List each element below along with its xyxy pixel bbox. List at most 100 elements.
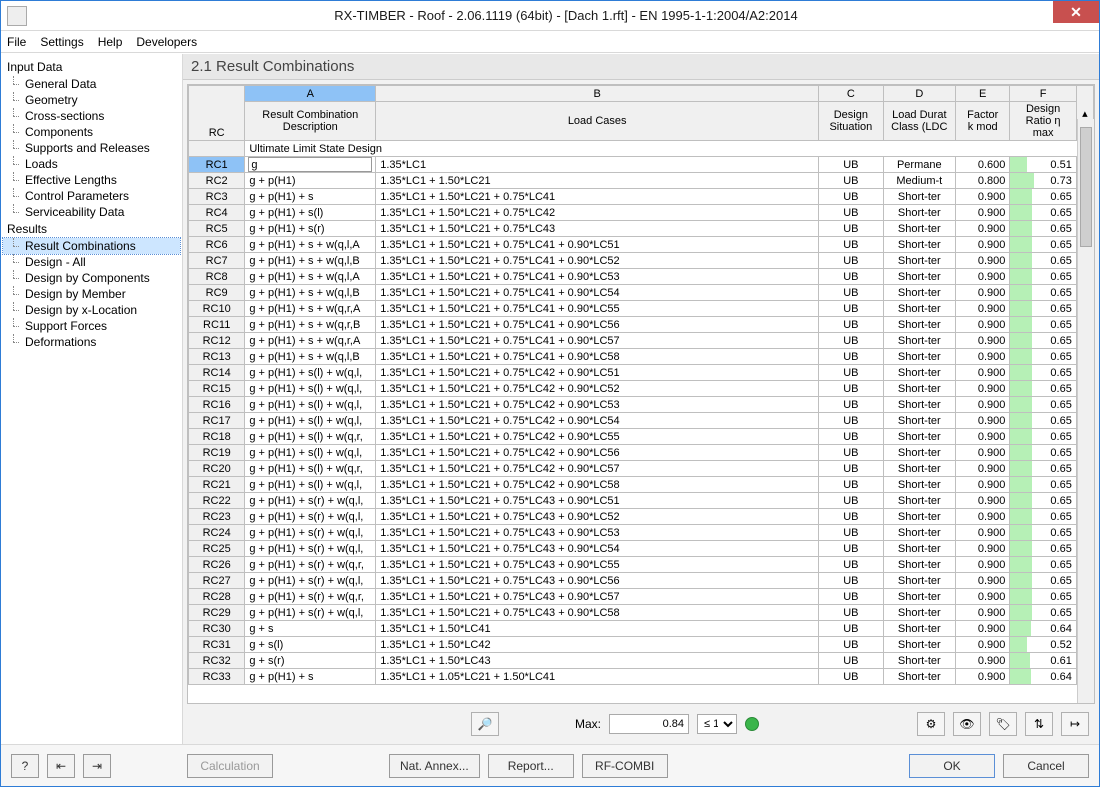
tree-group-header[interactable]: Input Data [3, 58, 180, 76]
row-header[interactable]: RC31 [189, 637, 245, 653]
row-header[interactable]: RC9 [189, 285, 245, 301]
cell-kmod[interactable]: 0.600 [956, 157, 1010, 173]
cell-kmod[interactable]: 0.900 [956, 541, 1010, 557]
cell-ratio[interactable]: 0.65 [1010, 285, 1076, 301]
cell-ratio[interactable]: 0.65 [1010, 397, 1076, 413]
cell-ldc[interactable]: Short-ter [883, 541, 955, 557]
cell-ratio[interactable]: 0.65 [1010, 605, 1076, 621]
menu-developers[interactable]: Developers [136, 35, 197, 49]
cell-description[interactable]: g + s [245, 621, 376, 637]
tree-item[interactable]: Design by Components [3, 270, 180, 286]
cell-ldc[interactable]: Short-ter [883, 301, 955, 317]
cell-kmod[interactable]: 0.900 [956, 301, 1010, 317]
cell-kmod[interactable]: 0.900 [956, 621, 1010, 637]
table-row[interactable]: RC6g + p(H1) + s + w(q,l,A1.35*LC1 + 1.5… [189, 237, 1094, 253]
row-header[interactable]: RC28 [189, 589, 245, 605]
cell-ldc[interactable]: Short-ter [883, 669, 955, 685]
table-row[interactable]: RC17g + p(H1) + s(l) + w(q,l,1.35*LC1 + … [189, 413, 1094, 429]
max-value-input[interactable] [609, 714, 689, 734]
cell-kmod[interactable]: 0.900 [956, 493, 1010, 509]
cell-ldc[interactable]: Short-ter [883, 621, 955, 637]
cell-kmod[interactable]: 0.900 [956, 525, 1010, 541]
cell-kmod[interactable]: 0.900 [956, 477, 1010, 493]
row-header[interactable]: RC7 [189, 253, 245, 269]
cell-description[interactable]: g + s(r) [245, 653, 376, 669]
sort-icon[interactable]: ⇅ [1025, 712, 1053, 736]
cell-description[interactable]: g + p(H1) + s(r) + w(q,l, [245, 493, 376, 509]
cell-ldc[interactable]: Permane [883, 157, 955, 173]
table-row[interactable]: RC30g + s1.35*LC1 + 1.50*LC41UBShort-ter… [189, 621, 1094, 637]
row-header[interactable]: RC24 [189, 525, 245, 541]
cell-situation[interactable]: UB [819, 413, 883, 429]
menu-help[interactable]: Help [98, 35, 123, 49]
header-load-cases[interactable]: Load Cases [376, 102, 819, 141]
table-row[interactable]: RC10g + p(H1) + s + w(q,r,A1.35*LC1 + 1.… [189, 301, 1094, 317]
cell-ratio[interactable]: 0.65 [1010, 477, 1076, 493]
cell-ldc[interactable]: Short-ter [883, 509, 955, 525]
tree-item[interactable]: Deformations [3, 334, 180, 350]
scrollbar-thumb[interactable] [1080, 127, 1092, 247]
tree-item[interactable]: Support Forces [3, 318, 180, 334]
cell-load-cases[interactable]: 1.35*LC1 [376, 157, 819, 173]
cell-description[interactable]: g + p(H1) + s(r) [245, 221, 376, 237]
table-row[interactable]: RC19g + p(H1) + s(l) + w(q,l,1.35*LC1 + … [189, 445, 1094, 461]
cell-situation[interactable]: UB [819, 301, 883, 317]
cell-load-cases[interactable]: 1.35*LC1 + 1.50*LC21 + 0.75*LC41 + 0.90*… [376, 269, 819, 285]
cell-ratio[interactable]: 0.65 [1010, 365, 1076, 381]
cell-ratio[interactable]: 0.65 [1010, 413, 1076, 429]
cell-ratio[interactable]: 0.64 [1010, 621, 1076, 637]
table-row[interactable]: RC18g + p(H1) + s(l) + w(q,r,1.35*LC1 + … [189, 429, 1094, 445]
row-header[interactable]: RC25 [189, 541, 245, 557]
comparator-select[interactable]: ≤ 1 [697, 714, 737, 734]
cell-kmod[interactable]: 0.900 [956, 285, 1010, 301]
table-row[interactable]: RC23g + p(H1) + s(r) + w(q,l,1.35*LC1 + … [189, 509, 1094, 525]
row-header[interactable]: RC27 [189, 573, 245, 589]
cell-kmod[interactable]: 0.900 [956, 365, 1010, 381]
row-header[interactable]: RC3 [189, 189, 245, 205]
table-row[interactable]: RC8g + p(H1) + s + w(q,l,A1.35*LC1 + 1.5… [189, 269, 1094, 285]
cell-ratio[interactable]: 0.65 [1010, 189, 1076, 205]
cell-kmod[interactable]: 0.900 [956, 557, 1010, 573]
cell-situation[interactable]: UB [819, 557, 883, 573]
cell-ldc[interactable]: Short-ter [883, 205, 955, 221]
cell-kmod[interactable]: 0.900 [956, 397, 1010, 413]
cell-load-cases[interactable]: 1.35*LC1 + 1.50*LC21 + 0.75*LC42 + 0.90*… [376, 397, 819, 413]
cell-load-cases[interactable]: 1.35*LC1 + 1.50*LC21 + 0.75*LC42 + 0.90*… [376, 381, 819, 397]
row-header[interactable]: RC2 [189, 173, 245, 189]
cell-kmod[interactable]: 0.900 [956, 429, 1010, 445]
cell-kmod[interactable]: 0.900 [956, 669, 1010, 685]
cell-load-cases[interactable]: 1.35*LC1 + 1.50*LC21 + 0.75*LC42 + 0.90*… [376, 429, 819, 445]
col-letter-e[interactable]: E [956, 86, 1010, 102]
cell-kmod[interactable]: 0.900 [956, 413, 1010, 429]
cell-situation[interactable]: UB [819, 573, 883, 589]
cell-ldc[interactable]: Short-ter [883, 429, 955, 445]
details-icon[interactable]: 🔎 [471, 712, 499, 736]
cell-description[interactable]: g + p(H1) + s + w(q,r,A [245, 333, 376, 349]
cell-ratio[interactable]: 0.65 [1010, 237, 1076, 253]
cell-load-cases[interactable]: 1.35*LC1 + 1.50*LC21 + 0.75*LC41 + 0.90*… [376, 349, 819, 365]
cell-situation[interactable]: UB [819, 589, 883, 605]
cell-load-cases[interactable]: 1.35*LC1 + 1.50*LC21 + 0.75*LC41 + 0.90*… [376, 317, 819, 333]
menu-file[interactable]: File [7, 35, 26, 49]
cell-situation[interactable]: UB [819, 221, 883, 237]
cell-description[interactable]: g + p(H1) + s + w(q,l,B [245, 285, 376, 301]
cell-kmod[interactable]: 0.900 [956, 509, 1010, 525]
cell-description[interactable]: g + p(H1) + s(r) + w(q,l, [245, 541, 376, 557]
cell-ldc[interactable]: Short-ter [883, 253, 955, 269]
cell-description[interactable]: g + p(H1) + s + w(q,r,B [245, 317, 376, 333]
tree-item[interactable]: Control Parameters [3, 188, 180, 204]
row-header[interactable]: RC6 [189, 237, 245, 253]
cell-load-cases[interactable]: 1.35*LC1 + 1.50*LC21 + 0.75*LC43 + 0.90*… [376, 493, 819, 509]
table-row[interactable]: RC5g + p(H1) + s(r)1.35*LC1 + 1.50*LC21 … [189, 221, 1094, 237]
cell-kmod[interactable]: 0.900 [956, 269, 1010, 285]
cell-load-cases[interactable]: 1.35*LC1 + 1.50*LC21 + 0.75*LC41 + 0.90*… [376, 237, 819, 253]
cell-ldc[interactable]: Short-ter [883, 413, 955, 429]
cell-ldc[interactable]: Short-ter [883, 493, 955, 509]
tree-item[interactable]: Supports and Releases [3, 140, 180, 156]
row-header[interactable]: RC29 [189, 605, 245, 621]
row-header[interactable]: RC4 [189, 205, 245, 221]
cell-ratio[interactable]: 0.51 [1010, 157, 1076, 173]
col-letter-f[interactable]: F [1010, 86, 1076, 102]
header-ldc[interactable]: Load Durat Class (LDC [883, 102, 955, 141]
cell-load-cases[interactable]: 1.35*LC1 + 1.50*LC21 + 0.75*LC43 [376, 221, 819, 237]
